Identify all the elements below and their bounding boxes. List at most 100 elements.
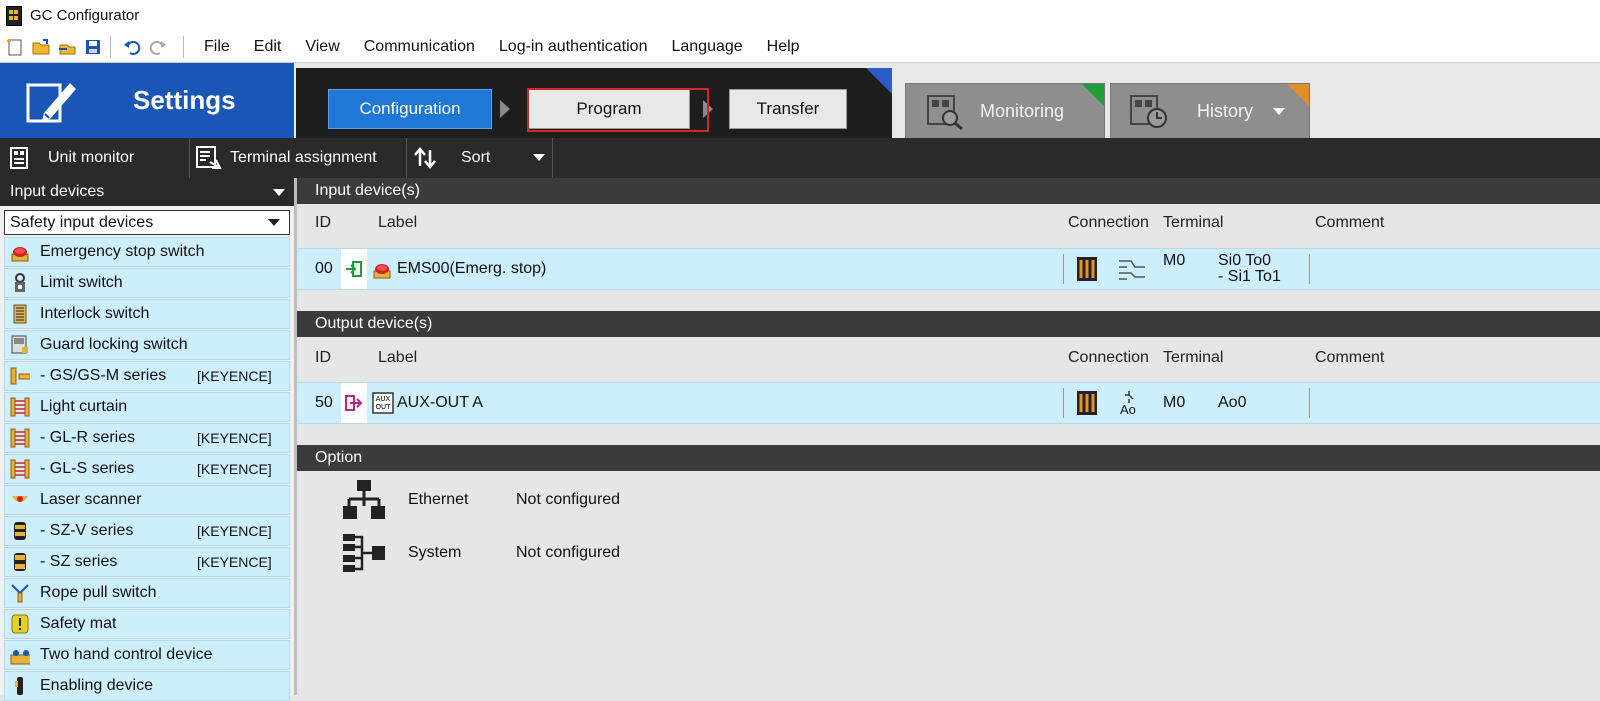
list-item[interactable]: - SZ series [KEYENCE]: [4, 547, 290, 577]
device-label: Two hand control device: [40, 646, 213, 663]
relay-contact-icon: [1121, 390, 1135, 403]
tab-monitoring[interactable]: Monitoring: [905, 83, 1105, 140]
device-list: Emergency stop switch Limit switch Inter…: [4, 237, 290, 701]
device-tag: [KEYENCE]: [197, 523, 272, 539]
aux-out-icon: AUX OUT: [372, 383, 394, 423]
toolbar-separator: [183, 35, 184, 58]
header: Settings Configuration Program Transfer …: [0, 63, 1600, 140]
limit-switch-icon: [10, 273, 30, 293]
list-item[interactable]: Guard locking switch: [4, 330, 290, 360]
device-label: Enabling device: [40, 677, 153, 694]
list-item[interactable]: Laser scanner: [4, 485, 290, 515]
estop-icon: [10, 242, 30, 262]
column-divider: [1309, 388, 1310, 418]
unit-monitor-icon: [10, 147, 28, 169]
list-item[interactable]: - GS/GS-M series [KEYENCE]: [4, 361, 290, 391]
device-label: Emergency stop switch: [40, 243, 205, 260]
list-item[interactable]: Emergency stop switch: [4, 237, 290, 267]
device-label: Limit switch: [40, 274, 123, 291]
safety-mat-icon: [10, 614, 30, 634]
list-item[interactable]: Limit switch: [4, 268, 290, 298]
option-system[interactable]: System Not configured: [342, 533, 620, 573]
option-section-header: Option: [297, 445, 1600, 471]
import-icon[interactable]: [56, 36, 78, 58]
device-label: - SZ-V series: [40, 522, 134, 539]
input-direction-icon: [341, 249, 367, 289]
device-tag: [KEYENCE]: [197, 554, 272, 570]
column-divider: [1063, 388, 1064, 418]
list-item[interactable]: Two hand control device: [4, 640, 290, 670]
two-hand-icon: [10, 645, 30, 665]
list-item[interactable]: Rope pull switch: [4, 578, 290, 608]
undo-icon[interactable]: [121, 36, 143, 58]
list-item[interactable]: - GL-R series [KEYENCE]: [4, 423, 290, 453]
input-devices-dropdown[interactable]: Input devices: [0, 178, 294, 206]
device-label: Rope pull switch: [40, 584, 157, 601]
redo-icon[interactable]: [147, 36, 169, 58]
save-icon[interactable]: [82, 36, 104, 58]
terminal-module: M0: [1163, 252, 1186, 269]
menu-file[interactable]: File: [204, 38, 230, 56]
open-folder-icon[interactable]: [30, 36, 52, 58]
ethernet-network-icon: [342, 479, 392, 521]
device-palette: Input devices Safety input devices Emerg…: [0, 178, 297, 701]
history-corner-marker: [1287, 84, 1309, 106]
list-item[interactable]: Enabling device: [4, 671, 290, 701]
monitoring-corner-marker: [1082, 84, 1104, 106]
sort-label: Sort: [461, 149, 491, 166]
menu-communication[interactable]: Communication: [364, 38, 475, 56]
list-item[interactable]: - GL-S series [KEYENCE]: [4, 454, 290, 484]
menu-edit[interactable]: Edit: [254, 38, 282, 56]
device-label: EMS00(Emerg. stop): [397, 260, 547, 277]
terminal-assignment-button[interactable]: Terminal assignment: [190, 138, 407, 178]
device-label: - GS/GS-M series: [40, 367, 167, 384]
table-row[interactable]: 50 AUX OUT AUX-OUT A Ao M0 Ao0: [297, 382, 1600, 424]
connection-type-text: Ao: [1120, 401, 1136, 417]
unit-monitor-button[interactable]: Unit monitor: [0, 138, 190, 178]
tab-history[interactable]: History: [1110, 83, 1310, 140]
terminal-assignment-icon: [196, 146, 222, 170]
table-row[interactable]: 00 EMS00(Emerg. stop) M0 Si0 To0 - Si1 T…: [297, 248, 1600, 290]
terminal-value: - Si1 To1: [1218, 268, 1281, 285]
svg-text:AUX: AUX: [376, 395, 391, 403]
column-label: Label: [378, 214, 418, 231]
step-transfer[interactable]: Transfer: [729, 89, 847, 129]
chevron-down-icon: [273, 189, 285, 196]
device-label: Laser scanner: [40, 491, 142, 508]
terminal-module: M0: [1163, 394, 1186, 411]
list-item[interactable]: Interlock switch: [4, 299, 290, 329]
terminal-block-icon: [1076, 383, 1098, 423]
title-bar: GC Configurator: [0, 0, 1600, 31]
device-category-select[interactable]: Safety input devices: [4, 210, 290, 235]
secondary-toolbar: Unit monitor Terminal assignment Sort: [0, 138, 1600, 178]
menu-language[interactable]: Language: [671, 38, 742, 56]
list-item[interactable]: Light curtain: [4, 392, 290, 422]
device-label: - GL-S series: [40, 460, 135, 477]
guard-lock-icon: [10, 335, 30, 355]
step-configuration[interactable]: Configuration: [328, 89, 492, 129]
input-section-header: Input device(s): [297, 178, 1600, 204]
column-comment: Comment: [1315, 349, 1385, 366]
column-terminal: Terminal: [1163, 349, 1224, 366]
device-label: Light curtain: [40, 398, 128, 415]
system-modules-icon: [342, 533, 392, 573]
column-connection: Connection: [1068, 214, 1149, 231]
list-item[interactable]: Safety mat: [4, 609, 290, 639]
column-comment: Comment: [1315, 214, 1385, 231]
option-value: Not configured: [516, 544, 621, 561]
chevron-down-icon[interactable]: [1273, 108, 1286, 115]
menu-help[interactable]: Help: [767, 38, 800, 56]
column-terminal: Terminal: [1163, 214, 1224, 231]
menu-login-authentication[interactable]: Log-in authentication: [499, 38, 648, 56]
aux-output-connection: Ao: [1120, 383, 1136, 423]
input-devices-label: Input devices: [10, 183, 105, 200]
new-file-icon[interactable]: [4, 36, 26, 58]
option-ethernet[interactable]: Ethernet Not configured: [342, 479, 620, 521]
menu-view[interactable]: View: [305, 38, 339, 56]
gs-sensor-icon: [10, 366, 30, 386]
device-category-value: Safety input devices: [10, 213, 154, 231]
device-id: 50: [315, 394, 333, 411]
list-item[interactable]: - SZ-V series [KEYENCE]: [4, 516, 290, 546]
sort-dropdown[interactable]: Sort: [407, 138, 553, 178]
monitoring-icon: [926, 94, 964, 130]
